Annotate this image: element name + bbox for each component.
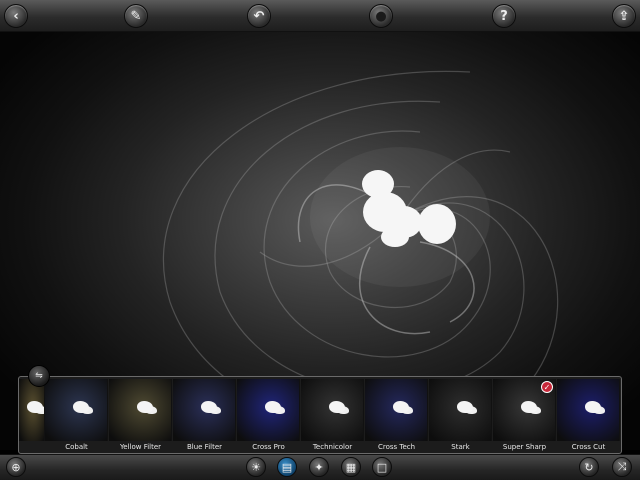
filter-label: Blue Filter <box>186 443 223 451</box>
filter-strip[interactable]: Cobalt Yellow Filter Blue Filter Cross Pro T… <box>18 376 622 454</box>
share-button[interactable]: ⇪ <box>612 4 636 28</box>
adjust-button[interactable]: ☀ <box>246 457 266 477</box>
selected-checkmark: ✓ <box>541 381 553 393</box>
square-frame-icon: □ <box>376 460 388 474</box>
thumbnail-subject <box>521 401 537 413</box>
help-button[interactable]: ? <box>492 4 516 28</box>
filter-thumbnail[interactable] <box>365 379 428 441</box>
filter-thumbnail[interactable] <box>173 379 236 441</box>
thumbnail-subject <box>27 401 43 413</box>
texture-button[interactable]: ▦ <box>341 457 361 477</box>
strip-handle[interactable]: ⇋ <box>28 365 50 387</box>
filter-thumbnail[interactable] <box>45 379 108 441</box>
thumbnail-subject <box>457 401 473 413</box>
filter-label: Cross Cut <box>571 443 606 451</box>
filters-button[interactable]: ▤ <box>277 457 297 477</box>
filter-thumbnail[interactable] <box>237 379 300 441</box>
undo-arrow-icon: ↶ <box>253 8 265 24</box>
thumbnail-subject <box>585 401 601 413</box>
shuffle-icon: ⤨ <box>617 460 627 473</box>
filter-label: Cross Tech <box>377 443 416 451</box>
filters-icon: ▤ <box>281 460 293 474</box>
filter-label: Cross Pro <box>252 443 285 451</box>
dark-circle-icon: ● <box>375 8 387 24</box>
effects-button[interactable]: ✦ <box>309 457 329 477</box>
mask-button[interactable]: ● <box>369 4 393 28</box>
thumbnail-subject <box>265 401 281 413</box>
sliders-icon: ⇋ <box>35 371 43 381</box>
frame-button[interactable]: □ <box>372 457 392 477</box>
back-button[interactable]: ‹ <box>4 4 28 28</box>
filter-thumbnail[interactable] <box>19 379 45 441</box>
thumbnail-subject <box>201 401 217 413</box>
wrench-icon: ✎ <box>130 8 142 24</box>
thumbnail-subject <box>393 401 409 413</box>
share-icon: ⇪ <box>618 8 630 24</box>
globe-grid-icon: ⊕ <box>11 460 21 474</box>
checkmark-icon: ✓ <box>543 382 551 392</box>
filter-thumbnail[interactable] <box>109 379 172 441</box>
filter-label: Yellow Filter <box>119 443 162 451</box>
tools-button[interactable]: ✎ <box>124 4 148 28</box>
filter-thumbnail[interactable] <box>557 379 620 441</box>
sun-icon: ☀ <box>251 460 261 474</box>
undo-button[interactable]: ↶ <box>247 4 271 28</box>
top-toolbar: ‹ ✎ ↶ ● ? ⇪ <box>0 0 640 32</box>
chevron-left-icon: ‹ <box>13 8 19 24</box>
filter-label: Technicolor <box>312 443 353 451</box>
filter-label <box>19 443 45 453</box>
thumbnail-subject <box>137 401 153 413</box>
filter-label: Super Sharp <box>502 443 547 451</box>
question-icon: ? <box>500 8 508 24</box>
stars-icon: ✦ <box>314 460 324 474</box>
random-button[interactable]: ⤨ <box>612 457 632 477</box>
filter-thumbnail[interactable] <box>429 379 492 441</box>
refresh-icon: ↻ <box>584 460 594 474</box>
thumbnail-subject <box>329 401 345 413</box>
filter-thumbnail[interactable] <box>301 379 364 441</box>
checker-icon: ▦ <box>345 460 357 474</box>
reset-button[interactable]: ↻ <box>579 457 599 477</box>
filter-label: Stark <box>451 443 470 451</box>
grid-button[interactable]: ⊕ <box>6 457 26 477</box>
thumbnail-subject <box>73 401 89 413</box>
filter-label: Cobalt <box>65 443 88 451</box>
